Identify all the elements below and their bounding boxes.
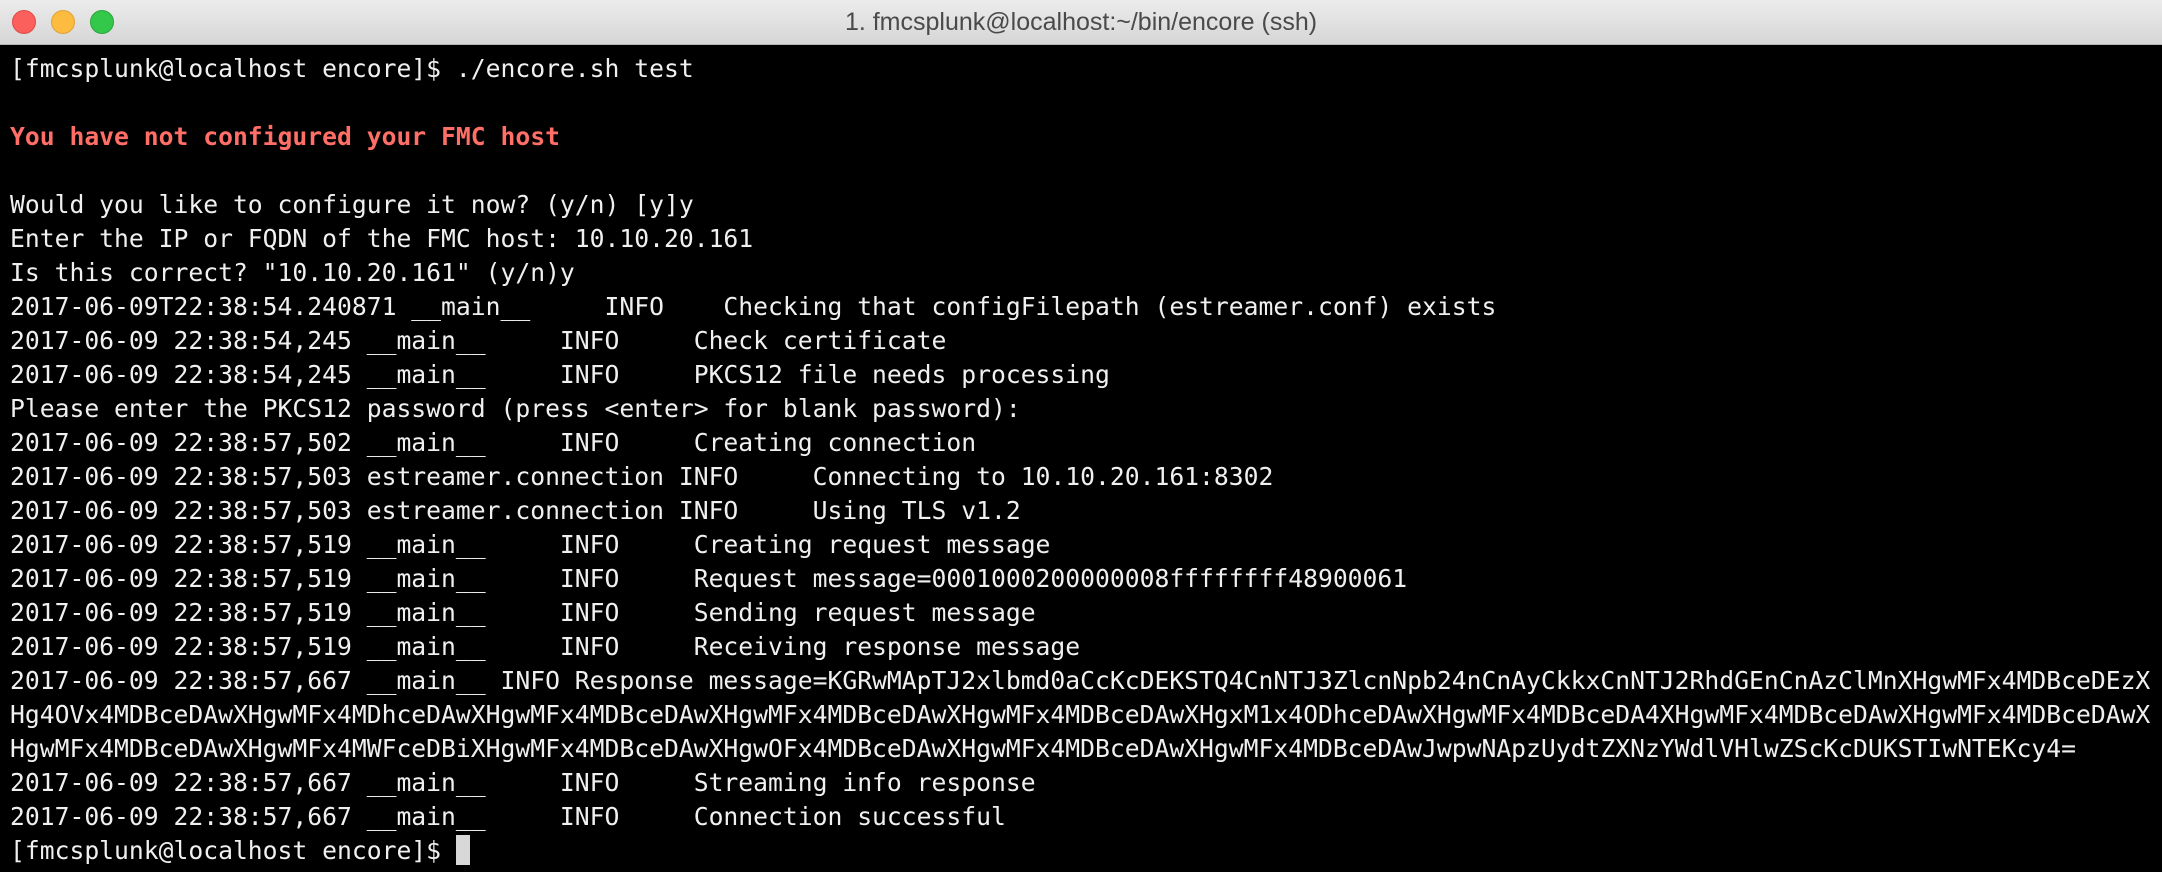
terminal-line-log: 2017-06-09 22:38:57,519 __main__ INFO Re… [10, 564, 1408, 593]
terminal-window: 1. fmcsplunk@localhost:~/bin/encore (ssh… [0, 0, 2162, 872]
terminal-line-command: [fmcsplunk@localhost encore]$ ./encore.s… [10, 54, 694, 83]
terminal-line-log: 2017-06-09 22:38:57,503 estreamer.connec… [10, 496, 1021, 525]
terminal-line-final-prompt[interactable]: [fmcsplunk@localhost encore]$ [10, 834, 2162, 868]
terminal-line-log: 2017-06-09 22:38:57,519 __main__ INFO Re… [10, 632, 1081, 661]
terminal-line-prompt-host: Enter the IP or FQDN of the FMC host: 10… [10, 224, 754, 253]
terminal-line-log: 2017-06-09 22:38:57,667 __main__ INFO St… [10, 768, 1036, 797]
terminal-line-log: 2017-06-09 22:38:57,503 estreamer.connec… [10, 462, 1274, 491]
terminal-line-log: 2017-06-09 22:38:54,245 __main__ INFO PK… [10, 360, 1110, 389]
terminal-line-prompt-configure: Would you like to configure it now? (y/n… [10, 190, 694, 219]
terminal-line-log: 2017-06-09 22:38:57,519 __main__ INFO Cr… [10, 530, 1051, 559]
terminal-line-response: 2017-06-09 22:38:57,667 __main__ INFO Re… [10, 666, 2151, 763]
window-title: 1. fmcsplunk@localhost:~/bin/encore (ssh… [844, 8, 1318, 36]
terminal-line-prompt-password: Please enter the PKCS12 password (press … [10, 394, 1021, 423]
terminal-line-error: You have not configured your FMC host [10, 122, 560, 151]
terminal-line-log: 2017-06-09 22:38:57,502 __main__ INFO Cr… [10, 428, 977, 457]
terminal-line-prompt-confirm: Is this correct? "10.10.20.161" (y/n)y [10, 258, 575, 287]
terminal-line-log: 2017-06-09 22:38:57,519 __main__ INFO Se… [10, 598, 1036, 627]
terminal-output[interactable]: [fmcsplunk@localhost encore]$ ./encore.s… [0, 45, 2162, 872]
terminal-line-log: 2017-06-09 22:38:57,667 __main__ INFO Co… [10, 802, 1006, 831]
terminal-line-log: 2017-06-09T22:38:54.240871 __main__ INFO… [10, 292, 1497, 321]
text-cursor [455, 835, 470, 865]
terminal-line-log: 2017-06-09 22:38:54,245 __main__ INFO Ch… [10, 326, 947, 355]
title-bar[interactable]: 1. fmcsplunk@localhost:~/bin/encore (ssh… [0, 0, 2162, 45]
shell-prompt: [fmcsplunk@localhost encore]$ [10, 836, 456, 865]
